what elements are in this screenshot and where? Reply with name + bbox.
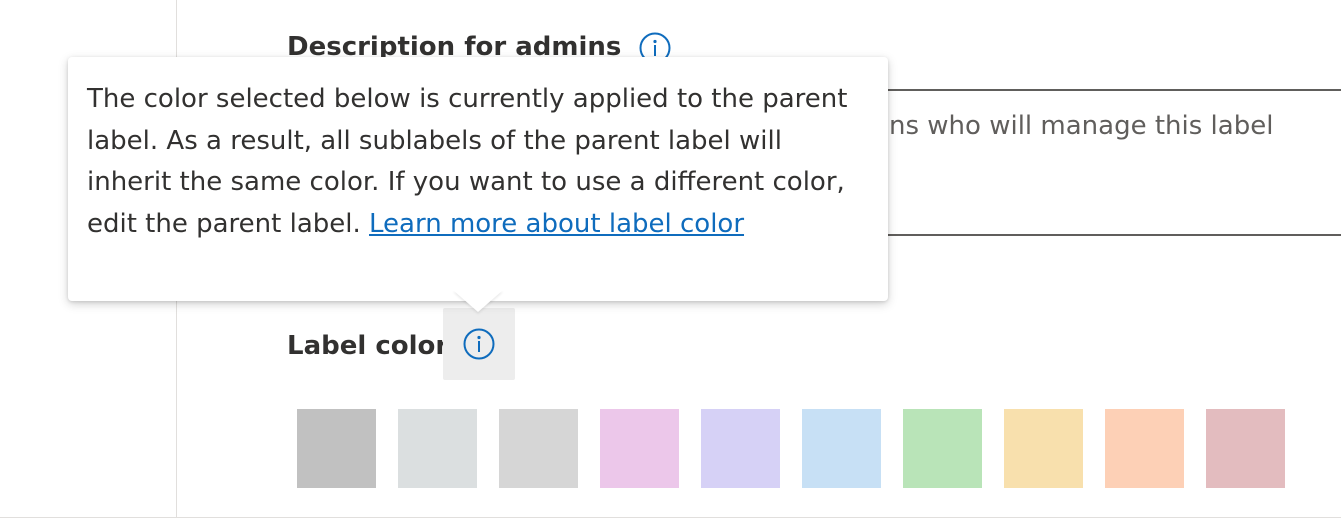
label-color-label: Label color	[287, 331, 449, 361]
label-color-tooltip: The color selected below is currently ap…	[68, 57, 888, 301]
color-swatch-light-gray[interactable]	[499, 409, 578, 488]
color-swatch-peach[interactable]	[1105, 409, 1184, 488]
description-placeholder: ns who will manage this label	[889, 111, 1274, 141]
color-swatch-gray[interactable]	[297, 409, 376, 488]
color-swatch-light-blue[interactable]	[802, 409, 881, 488]
learn-more-link[interactable]: Learn more about label color	[369, 209, 744, 239]
color-swatch-green[interactable]	[903, 409, 982, 488]
tooltip-beak	[453, 290, 503, 312]
color-swatch-rose[interactable]	[1206, 409, 1285, 488]
description-textarea[interactable]: ns who will manage this label	[888, 89, 1341, 236]
color-swatch-light-gray-blue[interactable]	[398, 409, 477, 488]
bottom-divider	[0, 517, 1341, 518]
tooltip-text: The color selected below is currently ap…	[87, 79, 869, 245]
color-swatch-list	[297, 409, 1285, 488]
color-swatch-lavender[interactable]	[701, 409, 780, 488]
color-swatch-yellow[interactable]	[1004, 409, 1083, 488]
info-icon	[463, 328, 495, 360]
label-color-info-button[interactable]	[443, 308, 515, 380]
color-swatch-pink[interactable]	[600, 409, 679, 488]
